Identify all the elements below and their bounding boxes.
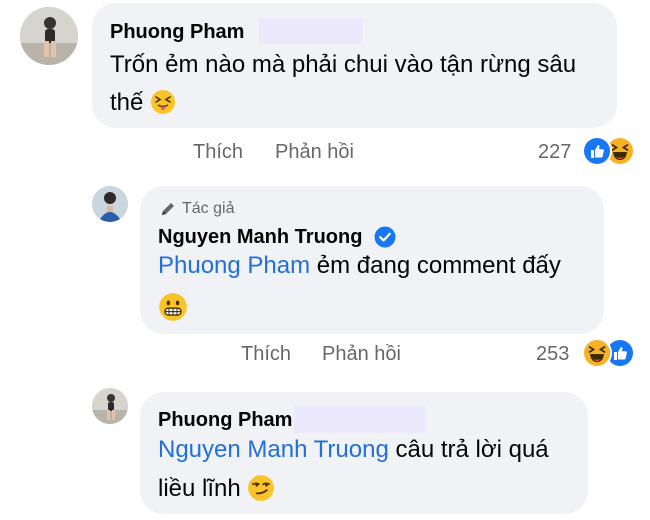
comment-text-line: Nguyen Manh Truong câu trả lời quá (158, 431, 549, 469)
mention-link[interactable]: Phuong Pham (158, 252, 310, 279)
profile-photo (92, 186, 128, 222)
redacted-area (294, 405, 426, 433)
reply-button[interactable]: Phản hồi (322, 342, 401, 366)
comment-author-name[interactable]: Phuong Pham (110, 20, 244, 44)
comment-text-line: Trốn ẻm nào mà phải chui vào tận rừng sâ… (110, 51, 577, 78)
redacted-area (259, 18, 363, 44)
avatar[interactable] (92, 388, 128, 424)
avatar[interactable] (20, 7, 78, 65)
comment-text-words: liều lĩnh (158, 475, 241, 502)
avatar[interactable] (92, 186, 128, 222)
reaction-count[interactable]: 253 (536, 342, 569, 366)
like-button[interactable]: Thích (193, 140, 243, 164)
grimacing-emoji (159, 293, 187, 321)
author-badge: Tác giả (182, 200, 235, 217)
reaction-count[interactable]: 227 (538, 140, 571, 164)
comment-text-line: thế (110, 84, 176, 122)
mention-link[interactable]: Nguyen Manh Truong (158, 436, 389, 463)
squinting-tongue-emoji (151, 89, 176, 114)
like-button[interactable]: Thích (241, 342, 291, 366)
comment-author-name[interactable]: Nguyen Manh Truong (158, 225, 362, 249)
verified-badge-icon (374, 226, 396, 248)
profile-photo (20, 7, 78, 65)
comment-text-word: thế (110, 89, 144, 116)
like-reaction-icon (582, 136, 612, 166)
reply-button[interactable]: Phản hồi (275, 140, 354, 164)
comment-text-words: ẻm đang comment đấy (310, 252, 561, 279)
comment-text-words: câu trả lời quá (388, 436, 549, 463)
haha-reaction-icon (582, 338, 612, 368)
comment-text-line: liều lĩnh (158, 470, 275, 508)
pencil-icon (162, 203, 174, 215)
comment-text-line: Phuong Pham ẻm đang comment đấy (158, 247, 561, 285)
smirking-emoji (248, 474, 275, 501)
profile-photo (92, 388, 128, 424)
comment-author-name[interactable]: Phuong Pham (158, 408, 292, 432)
